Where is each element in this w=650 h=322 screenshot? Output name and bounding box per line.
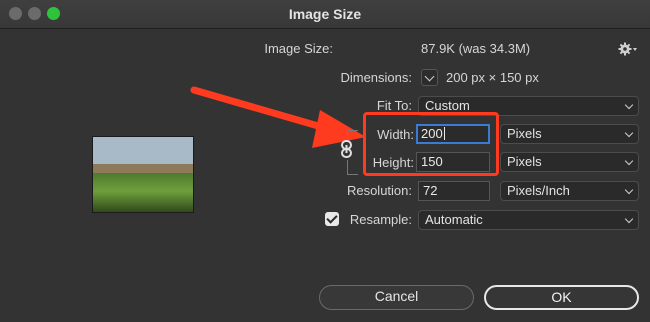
- resolution-unit-value: Pixels/Inch: [507, 183, 570, 198]
- resample-value: Automatic: [425, 212, 483, 227]
- resolution-input[interactable]: 72: [418, 181, 490, 201]
- image-preview: [92, 136, 194, 213]
- chevron-down-icon: [624, 185, 634, 195]
- fit-to-label: Fit To:: [376, 98, 412, 113]
- resolution-value: 72: [423, 183, 438, 198]
- resolution-label: Resolution:: [346, 183, 412, 198]
- dimensions-value: 200 px × 150 px: [446, 70, 539, 85]
- resolution-unit-dropdown[interactable]: Pixels/Inch: [500, 181, 639, 201]
- resample-checkbox[interactable]: [325, 212, 339, 226]
- gear-icon[interactable]: [618, 41, 638, 57]
- fit-to-value: Custom: [425, 98, 470, 113]
- height-unit-dropdown[interactable]: Pixels: [500, 152, 639, 172]
- callout-highlight-box: [363, 112, 499, 176]
- chevron-down-icon: [624, 128, 634, 138]
- resample-dropdown[interactable]: Automatic: [418, 210, 639, 230]
- chevron-down-icon: [624, 214, 634, 224]
- resample-label: Resample:: [349, 212, 412, 227]
- dimensions-units-dropdown[interactable]: [421, 69, 438, 86]
- link-icon[interactable]: [340, 140, 354, 158]
- image-size-value: 87.9K (was 34.3M): [421, 41, 531, 56]
- width-unit-value: Pixels: [507, 126, 542, 141]
- constrain-bracket-top: [347, 130, 358, 139]
- title-bar: Image Size: [0, 0, 650, 29]
- width-unit-dropdown[interactable]: Pixels: [500, 124, 639, 144]
- cancel-button[interactable]: Cancel: [319, 285, 474, 310]
- height-unit-value: Pixels: [507, 154, 542, 169]
- chevron-down-icon: [624, 156, 634, 166]
- ok-button[interactable]: OK: [484, 285, 639, 310]
- window-title: Image Size: [288, 6, 362, 22]
- chevron-down-icon: [624, 100, 634, 110]
- image-size-label: Image Size:: [264, 41, 333, 56]
- constrain-bracket-bottom: [347, 160, 358, 175]
